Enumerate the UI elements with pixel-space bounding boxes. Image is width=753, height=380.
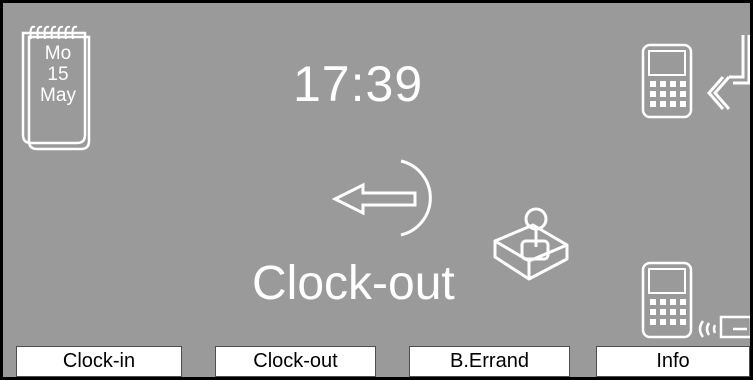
clock-time: 17:39 [293, 56, 424, 112]
date-display: Mo 15 May [25, 43, 91, 106]
clock-mode-label: Clock-out [252, 257, 455, 310]
terminal-screen: Mo 15 May 17:39 Clock-out Clock-in Clock… [0, 0, 753, 380]
date-widget: Mo 15 May [3, 3, 113, 163]
date-day: 15 [47, 64, 69, 85]
business-errand-button[interactable]: B.Errand [409, 346, 570, 377]
left-arrow-icon [331, 159, 432, 237]
info-button[interactable]: Info [596, 346, 750, 377]
terminal-card-reader-icon[interactable] [639, 259, 753, 343]
clock-in-button[interactable]: Clock-in [16, 346, 182, 377]
joystick-icon [493, 207, 569, 281]
date-month: May [40, 85, 76, 106]
date-weekday: Mo [44, 43, 72, 64]
terminal-login-icon[interactable] [639, 31, 753, 131]
clock-out-button[interactable]: Clock-out [215, 346, 376, 377]
